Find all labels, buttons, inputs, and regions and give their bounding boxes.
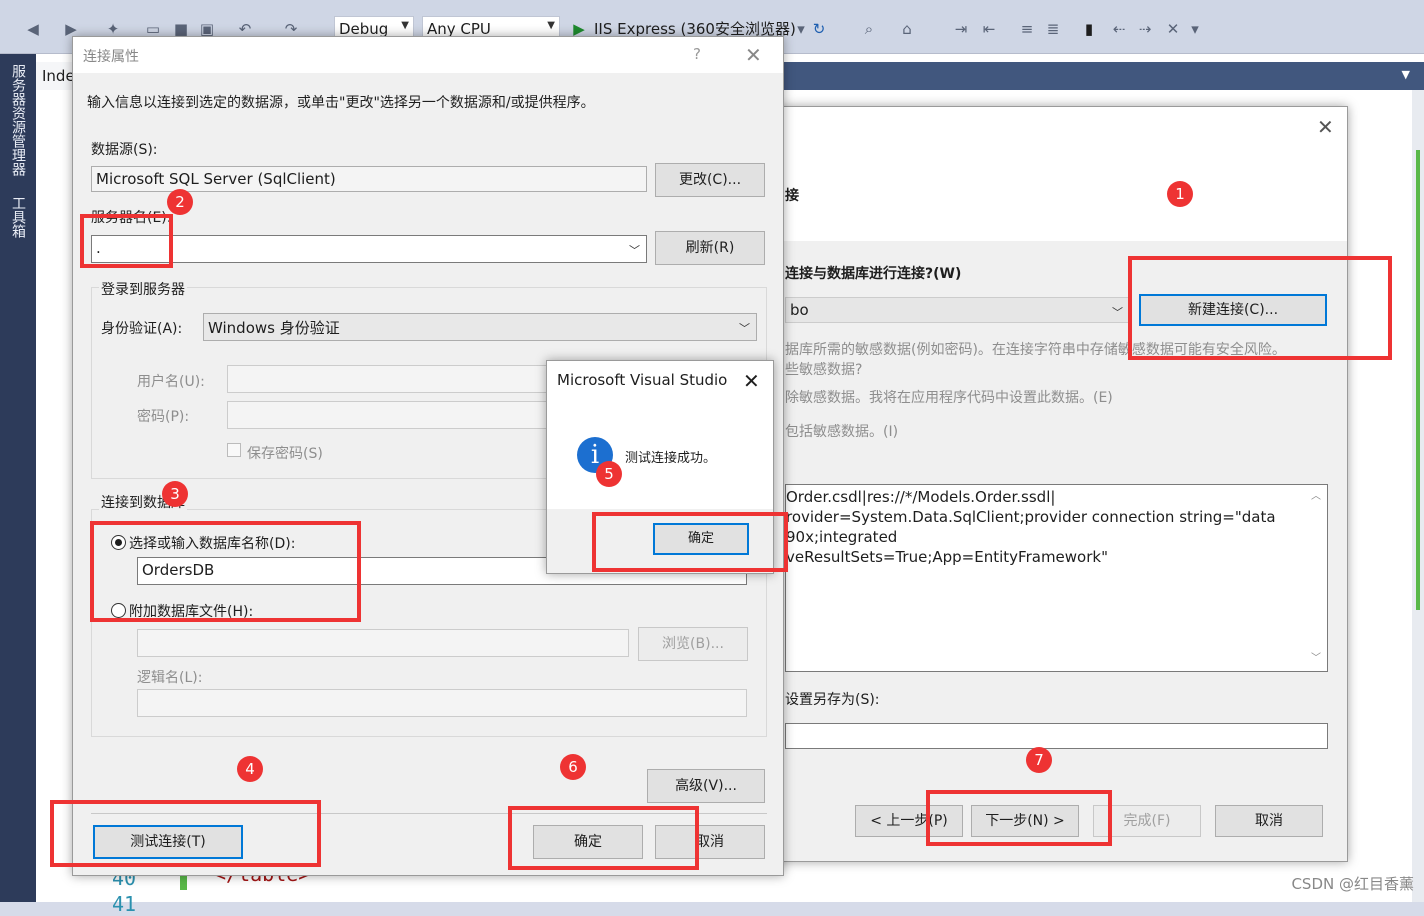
annotation-box-next (926, 790, 1112, 846)
auth-select[interactable]: Windows 身份验证 ﹀ (203, 313, 757, 341)
exclude-sensitive-option[interactable]: 除敏感数据。我将在应用程序代码中设置此数据。(E) (785, 387, 1113, 407)
annotation-box-new-connection (1128, 256, 1392, 360)
watermark: CSDN @红目香薰 (1291, 875, 1414, 893)
bookmark-icon[interactable]: ▮ (1080, 20, 1098, 38)
close-icon[interactable]: ✕ (745, 45, 762, 65)
toolbar-overflow-icon[interactable]: ▾ (1186, 20, 1204, 38)
refresh-button[interactable]: 刷新(R) (655, 231, 765, 265)
close-icon[interactable]: ✕ (1317, 117, 1334, 137)
step-badge-7: 7 (1026, 747, 1052, 773)
annotation-box-test-connection (50, 800, 321, 867)
browse-button[interactable]: 浏览(B)... (638, 627, 748, 661)
logical-name-input[interactable] (137, 689, 747, 717)
wizard-heading: 接 (785, 188, 799, 204)
message-text: 测试连接成功。 (625, 451, 717, 466)
tab-list-chevron-icon[interactable]: ▼ (1402, 68, 1410, 81)
clear-bookmarks-icon[interactable]: ✕ (1164, 20, 1182, 38)
side-tool-tabs: 服务器资源管理器 工具箱 (0, 54, 36, 902)
chevron-down-icon: ﹀ (629, 244, 640, 257)
datasource-field: Microsoft SQL Server (SqlClient) (91, 166, 647, 192)
annotation-box-message-ok (592, 512, 788, 572)
next-bookmark-icon[interactable]: ⇢ (1136, 20, 1154, 38)
toolbox-tab[interactable]: 工具箱 (8, 196, 28, 238)
step-badge-4: 4 (237, 756, 263, 782)
message-box-title: Microsoft Visual Studio (557, 371, 728, 389)
conn-string-line: Order.csdl|res://*/Models.Order.ssdl| (786, 488, 1056, 506)
change-margin (1416, 150, 1420, 610)
scroll-up-icon[interactable]: ︿ (1311, 487, 1321, 507)
find-icon[interactable]: ⌕ (860, 20, 878, 38)
change-datasource-button[interactable]: 更改(C)... (655, 163, 765, 197)
connection-value: bo (790, 301, 809, 319)
dialog-title: 连接属性 (83, 49, 139, 65)
intro-text: 输入信息以连接到选定的数据源，或单击"更改"选择另一个数据源和/或提供程序。 (87, 95, 595, 111)
refresh-icon[interactable]: ↻ (810, 20, 828, 38)
scroll-down-icon[interactable]: ﹀ (1311, 649, 1321, 669)
chevron-down-icon: ▼ (401, 20, 409, 31)
annotation-box-server-name (80, 214, 173, 268)
back-icon[interactable]: ◀ (24, 20, 42, 38)
annotation-box-database (90, 521, 361, 622)
connection-string-box[interactable]: Order.csdl|res://*/Models.Order.ssdl| ro… (785, 484, 1328, 672)
close-icon[interactable]: ✕ (743, 371, 760, 391)
step-badge-6: 6 (560, 754, 586, 780)
document-tab[interactable]: Inde (36, 62, 76, 90)
conn-string-line: veResultSets=True;App=EntityFramework" (786, 548, 1108, 566)
line-number: 41 (112, 892, 137, 916)
annotation-box-ok (508, 806, 699, 870)
conn-string-line: 90x;integrated (786, 528, 898, 546)
editor-scrollbar[interactable] (1412, 90, 1424, 902)
step-badge-2: 2 (167, 189, 193, 215)
wizard-question: 连接与数据库进行连接?(W) (785, 266, 962, 282)
save-password-checkbox[interactable] (227, 443, 241, 457)
datasource-label: 数据源(S): (91, 142, 158, 158)
wizard-cancel-button[interactable]: 取消 (1215, 805, 1323, 837)
chevron-down-icon[interactable]: ▾ (792, 20, 810, 38)
outdent-icon[interactable]: ⇤ (980, 20, 998, 38)
server-name-combo[interactable]: . ﹀ (91, 235, 647, 263)
step-badge-3: 3 (162, 481, 188, 507)
sensitive-data-question: 些敏感数据? (785, 362, 863, 378)
title-bar (73, 37, 783, 73)
username-label: 用户名(U): (137, 374, 205, 390)
step-badge-5: 5 (596, 461, 622, 487)
conn-string-line: rovider=System.Data.SqlClient;provider c… (786, 508, 1276, 526)
chevron-down-icon: ▼ (547, 20, 555, 31)
uncomment-icon[interactable]: ≣ (1044, 20, 1062, 38)
save-as-input[interactable] (785, 723, 1328, 749)
auth-value: Windows 身份验证 (208, 319, 340, 337)
auth-label: 身份验证(A): (101, 321, 183, 337)
wizard-header (741, 107, 1347, 241)
connection-select[interactable]: bo ﹀ (785, 297, 1130, 323)
login-group-label: 登录到服务器 (99, 279, 187, 299)
chevron-down-icon: ﹀ (739, 322, 750, 335)
server-explorer-tab[interactable]: 服务器资源管理器 (8, 64, 28, 176)
password-label: 密码(P): (137, 409, 190, 425)
save-password-label: 保存密码(S) (247, 446, 323, 462)
comment-icon[interactable]: ≡ (1018, 20, 1036, 38)
logical-name-label: 逻辑名(L): (137, 670, 203, 686)
include-sensitive-option[interactable]: 包括敏感数据。(I) (785, 421, 898, 441)
prev-bookmark-icon[interactable]: ⇠ (1110, 20, 1128, 38)
attach-db-path-input[interactable] (137, 629, 629, 657)
step-badge-1: 1 (1167, 181, 1193, 207)
chevron-down-icon: ﹀ (1112, 306, 1123, 319)
indent-icon[interactable]: ⇥ (952, 20, 970, 38)
save-as-label: 设置另存为(S): (785, 692, 880, 708)
help-icon[interactable]: ? (693, 45, 701, 63)
browser-link-icon[interactable]: ⌂ (898, 20, 916, 38)
advanced-button[interactable]: 高级(V)... (647, 769, 765, 803)
